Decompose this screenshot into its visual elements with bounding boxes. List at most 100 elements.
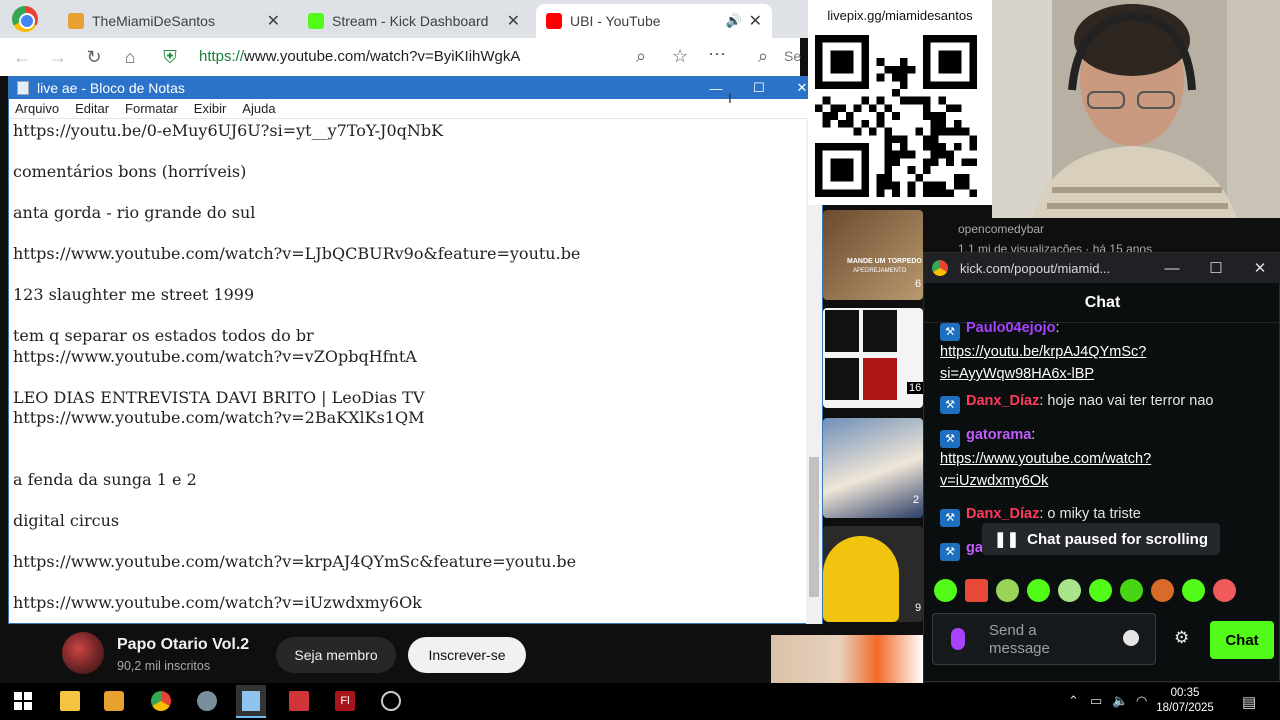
- related-channel[interactable]: opencomedybar: [958, 222, 1044, 236]
- chat-username[interactable]: ga: [966, 540, 983, 556]
- notepad-taskbar-button[interactable]: [236, 685, 266, 718]
- menu-arquivo[interactable]: Arquivo: [15, 101, 59, 116]
- chat-username[interactable]: Danx_Díaz: [966, 393, 1039, 409]
- notepad-line[interactable]: [13, 142, 803, 163]
- emoji-icon[interactable]: [1123, 630, 1139, 646]
- chrome-logo-icon[interactable]: [12, 6, 38, 32]
- file-explorer-icon[interactable]: [60, 691, 80, 711]
- notifications-icon[interactable]: ▤: [1242, 693, 1256, 711]
- notepad-line[interactable]: https://www.youtube.com/watch?v=iUzwdxmy…: [13, 593, 803, 614]
- chrome-taskbar-icon[interactable]: [151, 691, 171, 711]
- notepad-text-area[interactable]: https://youtu.be/0-eMuy6UJ6U?si=yt__y7To…: [13, 121, 803, 621]
- notepad-title-bar[interactable]: live ae - Bloco de Notas — ☐ ✕: [9, 77, 822, 99]
- emote-icon[interactable]: [1182, 579, 1205, 602]
- notepad-line[interactable]: [13, 224, 803, 245]
- search-box-partial[interactable]: Se: [784, 48, 801, 64]
- maximize-icon[interactable]: ☐: [1196, 253, 1236, 283]
- notepad-line[interactable]: https://www.youtube.com/watch?v=LJbQCBUR…: [13, 244, 803, 265]
- send-chat-button[interactable]: Chat: [1210, 621, 1274, 659]
- notepad-line[interactable]: [13, 531, 803, 552]
- minimize-icon[interactable]: —: [1152, 253, 1192, 283]
- system-clock[interactable]: 00:35 18/07/2025: [1150, 686, 1220, 716]
- notepad-line[interactable]: [13, 572, 803, 593]
- tab-close-icon[interactable]: ✕: [507, 11, 520, 31]
- calculator-icon[interactable]: [289, 691, 309, 711]
- chat-username[interactable]: gatorama: [966, 427, 1031, 443]
- notepad-line[interactable]: [13, 367, 803, 388]
- notepad-line[interactable]: [13, 490, 803, 511]
- reload-icon[interactable]: ↻: [80, 43, 108, 71]
- notepad-line[interactable]: https://www.youtube.com/watch?v=krpAJ4QY…: [13, 552, 803, 573]
- emote-icon[interactable]: [996, 579, 1019, 602]
- emote-icon[interactable]: [1058, 579, 1081, 602]
- flash-app-icon[interactable]: Fl: [335, 691, 355, 711]
- notepad-line[interactable]: https://www.youtube.com/watch?v=2BaKXlKs…: [13, 408, 803, 429]
- address-bar[interactable]: https://www.youtube.com/watch?v=ByiKIihW…: [199, 48, 520, 65]
- chat-link[interactable]: https://www.youtube.com/watch?v=iUzwdxmy…: [940, 451, 1151, 489]
- menu-ajuda[interactable]: Ajuda: [242, 101, 275, 116]
- notepad-line[interactable]: [13, 265, 803, 286]
- notepad-line[interactable]: a fenda da sunga 1 e 2: [13, 470, 803, 491]
- search-icon[interactable]: ⌕: [758, 46, 768, 67]
- channel-name[interactable]: Papo Otario Vol.2: [117, 636, 249, 654]
- notepad-line[interactable]: [13, 449, 803, 470]
- scrollbar-thumb[interactable]: [809, 457, 819, 597]
- related-video-thumbnail[interactable]: 9: [823, 526, 923, 622]
- menu-exibir[interactable]: Exibir: [194, 101, 227, 116]
- join-button[interactable]: Seja membro: [276, 637, 396, 673]
- chat-username[interactable]: Paulo04ejojo: [966, 320, 1055, 336]
- tab-close-icon[interactable]: ✕: [749, 11, 762, 31]
- gear-icon[interactable]: ⚙: [1174, 628, 1189, 648]
- notepad-line[interactable]: tem q separar os estados todos do br: [13, 326, 803, 347]
- windows-start-icon[interactable]: [13, 691, 33, 711]
- emote-icon[interactable]: [934, 579, 957, 602]
- notepad-line[interactable]: comentários bons (horríveis): [13, 162, 803, 183]
- popout-title-bar[interactable]: kick.com/popout/miamid... — ☐ ✕: [924, 253, 1280, 283]
- notepad-line[interactable]: digital circus: [13, 511, 803, 532]
- notepad-line[interactable]: anta gorda - rio grande do sul: [13, 203, 803, 224]
- notepad-line[interactable]: [13, 429, 803, 450]
- home-icon[interactable]: ⌂: [116, 43, 144, 71]
- notepad-line[interactable]: [13, 183, 803, 204]
- microphone-icon[interactable]: [951, 628, 965, 650]
- chat-username[interactable]: Danx_Díaz: [966, 506, 1039, 522]
- emote-icon[interactable]: [1120, 579, 1143, 602]
- related-video-thumbnail[interactable]: 16: [823, 308, 924, 408]
- menu-formatar[interactable]: Formatar: [125, 101, 178, 116]
- chevron-up-icon[interactable]: ⌃: [1068, 693, 1079, 709]
- notepad-line[interactable]: LEO DIAS ENTREVISTA DAVI BRITO | LeoDias…: [13, 388, 803, 409]
- close-icon[interactable]: ✕: [1240, 253, 1280, 283]
- network-device-icon[interactable]: ▭: [1090, 693, 1102, 709]
- wifi-icon[interactable]: ◠: [1136, 693, 1147, 709]
- chat-input[interactable]: Send a message: [932, 613, 1156, 665]
- notepad-line[interactable]: https://www.youtube.com/watch?v=vZOpbqHf…: [13, 347, 803, 368]
- media-app-icon[interactable]: [104, 691, 124, 711]
- related-video-thumbnail[interactable]: [771, 635, 923, 683]
- notepad-line[interactable]: [13, 306, 803, 327]
- menu-editar[interactable]: Editar: [75, 101, 109, 116]
- notepad-line[interactable]: https://youtu.be/0-eMuy6UJ6U?si=yt__y7To…: [13, 121, 803, 142]
- tab-youtube[interactable]: UBI - YouTube 🔊 ✕: [536, 4, 772, 38]
- settings-app-icon[interactable]: [197, 691, 217, 711]
- shield-icon[interactable]: ⛨: [156, 43, 184, 71]
- tab-kick-dashboard[interactable]: Stream - Kick Dashboard ✕: [298, 4, 530, 38]
- emote-icon[interactable]: [1213, 579, 1236, 602]
- forward-arrow-icon[interactable]: →: [44, 43, 72, 71]
- chat-paused-banner[interactable]: ❚❚ Chat paused for scrolling: [982, 523, 1220, 555]
- notepad-line[interactable]: 123 slaughter me street 1999: [13, 285, 803, 306]
- subscribe-button[interactable]: Inscrever-se: [408, 637, 526, 673]
- related-video-thumbnail[interactable]: 2: [823, 418, 923, 518]
- star-icon[interactable]: ☆: [672, 46, 688, 67]
- emote-icon[interactable]: [1027, 579, 1050, 602]
- emote-icon[interactable]: [1151, 579, 1174, 602]
- obs-icon[interactable]: [381, 691, 401, 711]
- volume-icon[interactable]: 🔈: [1112, 693, 1128, 709]
- speaker-icon[interactable]: 🔊: [726, 13, 742, 29]
- zoom-icon[interactable]: ⌕: [636, 46, 646, 67]
- menu-dots-icon[interactable]: ⋯: [708, 44, 726, 65]
- emote-icon[interactable]: [965, 579, 988, 602]
- chat-link[interactable]: https://youtu.be/krpAJ4QYmSc?si=AyyWqw98…: [940, 344, 1146, 382]
- tab-themiamidesantos[interactable]: TheMiamiDeSantos ✕: [58, 4, 290, 38]
- maximize-icon[interactable]: ☐: [739, 77, 779, 99]
- back-arrow-icon[interactable]: ←: [8, 43, 36, 71]
